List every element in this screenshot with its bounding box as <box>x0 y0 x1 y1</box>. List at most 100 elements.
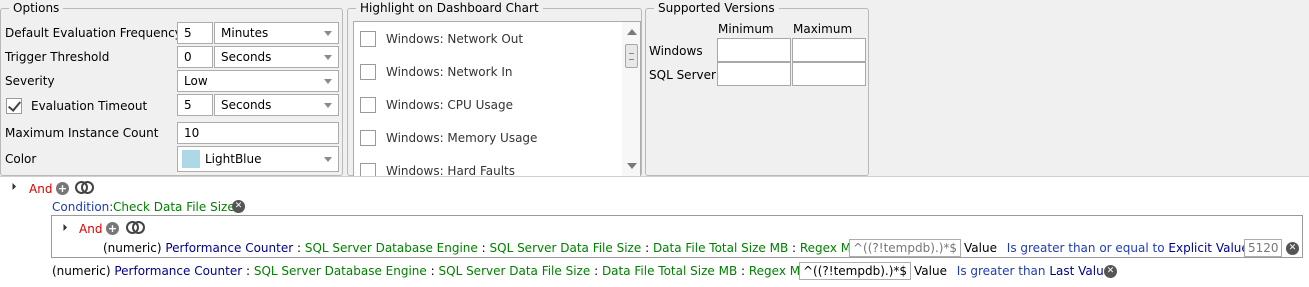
add-circle-icon[interactable]: + <box>56 182 69 195</box>
chevron-down-icon <box>318 71 338 91</box>
rule-2-type: (numeric) <box>52 264 111 278</box>
default-eval-freq-label: Default Evaluation Frequency <box>5 26 182 40</box>
trigger-threshold-unit-select[interactable]: Seconds <box>214 46 339 68</box>
rule-2-sep: : <box>430 264 435 278</box>
rule-2-engine[interactable]: SQL Server Database Engine <box>254 264 427 278</box>
severity-select[interactable]: Low <box>177 70 339 92</box>
rule-2-object[interactable]: SQL Server Data File Size <box>439 264 591 278</box>
list-item-label: Windows: CPU Usage <box>386 98 514 112</box>
maximum-column-header: Maximum <box>793 22 853 36</box>
color-select[interactable]: LightBlue <box>177 146 339 172</box>
rule-1-engine[interactable]: SQL Server Database Engine <box>305 241 478 255</box>
condition-label: Condition: <box>52 200 114 214</box>
rule-1-sep: : <box>296 241 302 255</box>
sql-server-min-field[interactable] <box>717 62 791 86</box>
evaluation-timeout-input[interactable]: 5 <box>177 94 213 116</box>
expander-triangle-icon[interactable] <box>59 223 68 232</box>
network-in-checkbox[interactable] <box>360 64 376 80</box>
highlight-list[interactable]: Windows: Network Out Windows: Network In… <box>353 21 641 177</box>
highlight-group: Highlight on Dashboard Chart Windows: Ne… <box>347 0 642 177</box>
rule-2-source[interactable]: Performance Counter <box>114 264 242 278</box>
max-instance-count-label: Maximum Instance Count <box>5 126 159 140</box>
rule-2-tail: Value Is greater than Last Value <box>914 262 1111 280</box>
default-eval-freq-unit-select[interactable]: Minutes <box>214 22 339 44</box>
severity-label: Severity <box>5 74 55 88</box>
rule-1-tail: Value Is greater than or equal to Explic… <box>964 239 1257 257</box>
color-value: LightBlue <box>205 152 262 166</box>
group-rings-icon[interactable] <box>75 181 95 195</box>
rule-1-sep: : <box>481 241 486 255</box>
rule-1-object[interactable]: SQL Server Data File Size <box>490 241 642 255</box>
memory-usage-checkbox[interactable] <box>360 130 376 146</box>
rule-1-sep: : <box>792 241 797 255</box>
remove-circle-icon[interactable]: ✕ <box>1286 242 1299 255</box>
list-item-label: Windows: Memory Usage <box>386 131 538 145</box>
condition-name[interactable]: Check Data File Size <box>113 198 235 216</box>
rule-2-sep: : <box>594 264 599 278</box>
rule-2-target[interactable]: Last Value <box>1049 264 1111 278</box>
rule-1-sep: : <box>645 241 650 255</box>
list-item-label: Windows: Network Out <box>386 32 524 46</box>
sql-server-max-field[interactable] <box>792 62 866 86</box>
rule-1-target-value-input[interactable]: 5120 <box>1244 239 1282 257</box>
scroll-down-icon[interactable] <box>627 163 637 169</box>
rule-2-counter[interactable]: Data File Total Size MB <box>602 264 737 278</box>
cpu-usage-checkbox[interactable] <box>360 97 376 113</box>
nested-condition-group: And + (numeric) Performance Counter : SQ… <box>51 215 1303 258</box>
group-rings-icon[interactable] <box>126 221 146 235</box>
highlight-scrollbar[interactable] <box>622 22 640 176</box>
highlight-title: Highlight on Dashboard Chart <box>356 0 543 16</box>
minimum-column-header: Minimum <box>718 22 774 36</box>
windows-row-label: Windows <box>649 44 703 58</box>
rule-1-value-word: Value <box>964 241 997 255</box>
expander-triangle-icon[interactable] <box>8 182 17 191</box>
rule-1-type: (numeric) <box>103 241 162 255</box>
rule-2: (numeric) Performance Counter : SQL Serv… <box>52 262 834 280</box>
chevron-down-icon <box>318 23 338 43</box>
rule-1-counter[interactable]: Data File Total Size MB <box>653 241 788 255</box>
options-title: Options <box>9 0 64 16</box>
supported-versions-group: Supported Versions Minimum Maximum Windo… <box>645 0 869 176</box>
options-group: Options Default Evaluation Frequency 5 M… <box>0 0 343 176</box>
rule-2-value-word: Value <box>914 264 947 278</box>
max-instance-count-input[interactable]: 10 <box>177 122 339 144</box>
default-eval-freq-unit-value: Minutes <box>221 26 269 40</box>
default-eval-freq-input[interactable]: 5 <box>177 22 213 44</box>
network-out-checkbox[interactable] <box>360 31 376 47</box>
rule-1-source[interactable]: Performance Counter <box>165 241 293 255</box>
rule-2-sep: : <box>741 264 746 278</box>
rule-1-target[interactable]: Explicit Value <box>1168 241 1248 255</box>
add-circle-icon[interactable]: + <box>106 222 119 235</box>
windows-min-field[interactable] <box>717 38 791 62</box>
evaluation-timeout-checkbox[interactable] <box>6 98 22 114</box>
hard-faults-checkbox[interactable] <box>360 163 376 176</box>
chevron-down-icon <box>318 95 338 115</box>
remove-circle-icon[interactable]: ✕ <box>1104 265 1117 278</box>
rule-1: (numeric) Performance Counter : SQL Serv… <box>103 239 885 257</box>
rule-1-regex-input[interactable]: ^((?!tempdb).)*$ <box>849 239 962 257</box>
rule-1-comparison[interactable]: Is greater than or equal to <box>1007 241 1165 255</box>
color-swatch <box>182 150 200 168</box>
evaluation-timeout-label: Evaluation Timeout <box>31 99 148 113</box>
sql-server-row-label: SQL Server <box>649 68 716 82</box>
severity-value: Low <box>184 74 208 88</box>
trigger-threshold-input[interactable]: 0 <box>177 46 213 68</box>
rule-2-sep: : <box>245 264 251 278</box>
rule-2-regex-input[interactable]: ^((?!tempdb).)*$ <box>799 262 912 280</box>
color-label: Color <box>5 152 37 166</box>
list-item-label: Windows: Hard Faults <box>386 164 516 177</box>
list-item-label: Windows: Network In <box>386 65 513 79</box>
trigger-threshold-label: Trigger Threshold <box>5 50 110 64</box>
condition-tree: And + Condition: Check Data File Size ✕ … <box>0 176 1309 287</box>
evaluation-timeout-unit-select[interactable]: Seconds <box>214 94 339 116</box>
trigger-threshold-unit-value: Seconds <box>221 50 272 64</box>
evaluation-timeout-unit-value: Seconds <box>221 98 272 112</box>
windows-max-field[interactable] <box>792 38 866 62</box>
nested-and-operator[interactable]: And <box>79 220 102 238</box>
scroll-up-icon[interactable] <box>627 29 637 35</box>
root-and-operator[interactable]: And <box>29 180 52 198</box>
rule-2-comparison[interactable]: Is greater than <box>957 264 1046 278</box>
scrollbar-thumb[interactable] <box>625 44 638 68</box>
chevron-down-icon <box>318 47 338 67</box>
remove-circle-icon[interactable]: ✕ <box>232 200 245 213</box>
